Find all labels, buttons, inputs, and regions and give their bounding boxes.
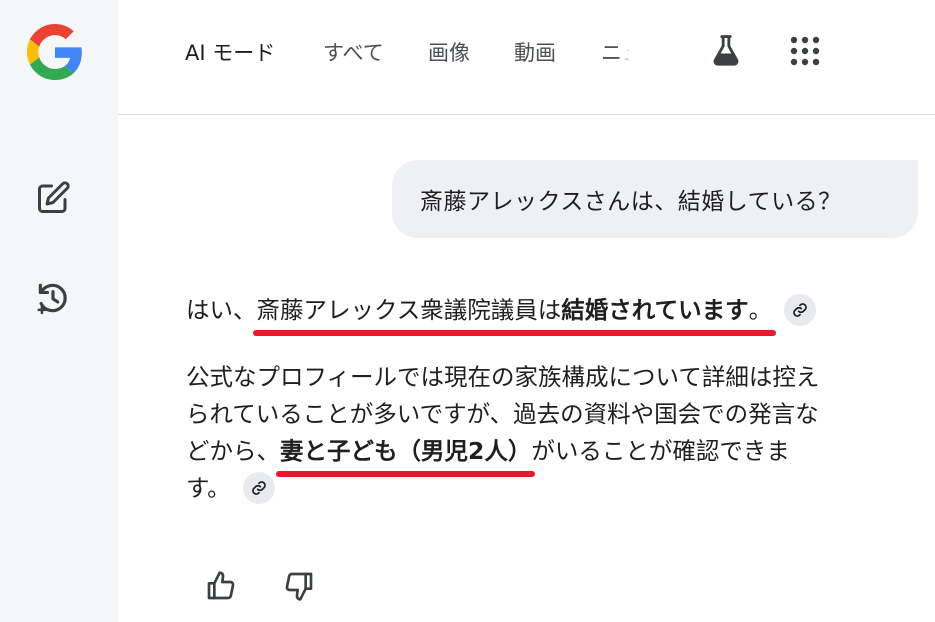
link-icon	[793, 302, 807, 317]
answer-text: 。	[748, 296, 773, 324]
underlined-statement: 妻と子ども（男児2人）	[275, 433, 536, 477]
sidebar	[0, 0, 118, 622]
answer-text: どから、	[186, 437, 280, 465]
tab-ai-mode[interactable]: AI モード	[185, 37, 275, 67]
tab-news[interactable]: ニュ	[601, 37, 631, 67]
tab-videos[interactable]: 動画	[514, 37, 556, 67]
thumbs-down-button[interactable]	[281, 568, 317, 604]
user-query-text: 斎藤アレックスさんは、結婚している？	[420, 189, 842, 215]
answer-line-1: はい、斎藤アレックス衆議院議員は結婚されています。	[186, 292, 817, 336]
thumbs-down-icon	[285, 572, 313, 601]
answer-text: 斎藤アレックス衆議院議員は	[256, 296, 562, 324]
answer-line-3: られていることが多いですが、過去の資料や国会での発言な	[186, 400, 819, 428]
answer-text: す。	[186, 474, 231, 502]
answer-line-5: す。	[186, 470, 275, 506]
answer-bold-text: 妻と子ども（男児2人）	[280, 437, 532, 465]
thumbs-up-icon	[207, 571, 235, 600]
answer-text: はい、	[186, 296, 257, 324]
underlined-statement: 斎藤アレックス衆議院議員は結婚されています。	[252, 292, 776, 336]
answer-bold-text: 結婚されています	[561, 296, 749, 324]
tab-all[interactable]: すべて	[323, 37, 384, 67]
answer-line-2: 公式なプロフィールでは現在の家族構成について詳細は控え	[186, 363, 820, 391]
link-icon	[251, 480, 266, 495]
thumbs-up-button[interactable]	[203, 568, 239, 604]
user-query-bubble: 斎藤アレックスさんは、結婚している？	[392, 160, 918, 238]
google-logo[interactable]	[27, 24, 83, 80]
apps-grid-icon[interactable]	[790, 36, 820, 70]
answer-text: がいることが確認できま	[531, 437, 790, 465]
source-link-button[interactable]	[784, 293, 817, 326]
tab-images[interactable]: 画像	[428, 37, 470, 67]
labs-flask-icon[interactable]	[709, 32, 743, 72]
edit-icon	[38, 181, 70, 213]
answer-line-4: どから、妻と子ども（男児2人）がいることが確認できま	[186, 433, 790, 477]
top-navigation: AI モード すべて 画像 動画 ニュ	[118, 0, 935, 115]
source-link-button[interactable]	[242, 471, 275, 504]
new-chat-button[interactable]	[31, 176, 75, 220]
history-button[interactable]	[31, 276, 75, 320]
history-icon	[37, 283, 67, 315]
